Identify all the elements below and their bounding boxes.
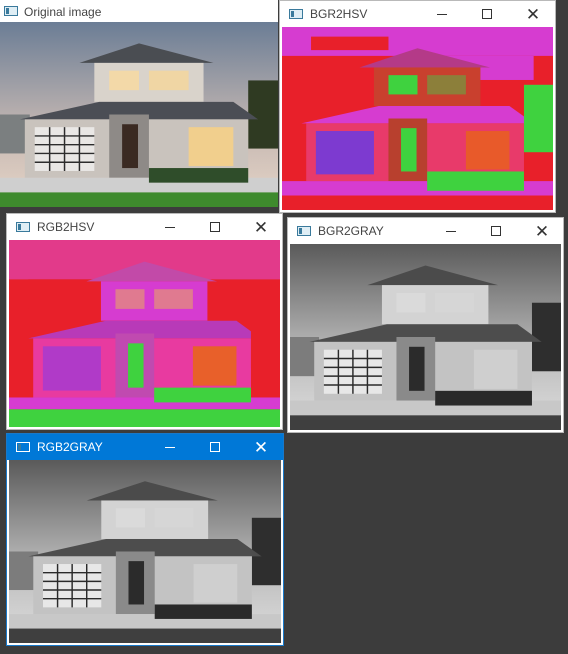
- close-icon: ✕: [253, 437, 269, 457]
- app-icon: [289, 9, 303, 19]
- image-canvas: [0, 22, 278, 207]
- image-canvas: [9, 240, 280, 427]
- maximize-icon: [210, 222, 220, 232]
- app-icon: [4, 6, 18, 16]
- close-button[interactable]: ✕: [238, 434, 284, 460]
- close-button[interactable]: ✕: [238, 214, 284, 240]
- window-title: BGR2GRAY: [318, 224, 384, 238]
- maximize-button[interactable]: [464, 1, 510, 27]
- window-title: BGR2HSV: [310, 7, 368, 21]
- app-icon: [16, 222, 30, 232]
- maximize-button[interactable]: [192, 214, 238, 240]
- maximize-icon: [491, 226, 501, 236]
- minimize-button[interactable]: [147, 214, 193, 240]
- minimize-icon: [165, 446, 175, 448]
- window-title: RGB2GRAY: [37, 440, 103, 454]
- minimize-button[interactable]: [147, 434, 193, 460]
- rgb2hsv-window[interactable]: RGB2HSV ✕: [6, 213, 283, 430]
- close-icon: ✕: [253, 217, 269, 237]
- house-image: [0, 22, 278, 207]
- close-button[interactable]: ✕: [519, 218, 565, 244]
- title-bar[interactable]: BGR2GRAY ✕: [288, 218, 563, 244]
- title-bar[interactable]: Original image: [0, 0, 278, 22]
- title-bar[interactable]: BGR2HSV ✕: [280, 1, 555, 27]
- maximize-button[interactable]: [473, 218, 519, 244]
- house-image: [290, 244, 561, 430]
- minimize-icon: [446, 230, 456, 232]
- close-icon: ✕: [534, 221, 550, 241]
- image-canvas: [290, 244, 561, 430]
- original-image-window[interactable]: Original image: [0, 0, 278, 207]
- maximize-button[interactable]: [192, 434, 238, 460]
- image-canvas: [9, 460, 281, 643]
- minimize-button[interactable]: [419, 1, 465, 27]
- window-title: Original image: [24, 5, 102, 19]
- minimize-icon: [437, 13, 447, 15]
- maximize-icon: [482, 9, 492, 19]
- minimize-icon: [165, 226, 175, 228]
- maximize-icon: [210, 442, 220, 452]
- close-icon: ✕: [525, 4, 541, 24]
- app-icon: [297, 226, 311, 236]
- house-image: [9, 460, 281, 643]
- app-icon: [16, 442, 30, 452]
- close-button[interactable]: ✕: [510, 1, 556, 27]
- window-title: RGB2HSV: [37, 220, 95, 234]
- bgr2gray-window[interactable]: BGR2GRAY ✕: [287, 217, 564, 433]
- rgb2gray-window[interactable]: RGB2GRAY ✕: [6, 433, 284, 646]
- image-canvas: [282, 27, 553, 210]
- title-bar[interactable]: RGB2HSV ✕: [7, 214, 282, 240]
- title-bar[interactable]: RGB2GRAY ✕: [7, 434, 283, 460]
- house-image: [9, 240, 280, 427]
- bgr2hsv-window[interactable]: BGR2HSV ✕: [279, 0, 556, 213]
- house-image: [282, 27, 553, 210]
- minimize-button[interactable]: [428, 218, 474, 244]
